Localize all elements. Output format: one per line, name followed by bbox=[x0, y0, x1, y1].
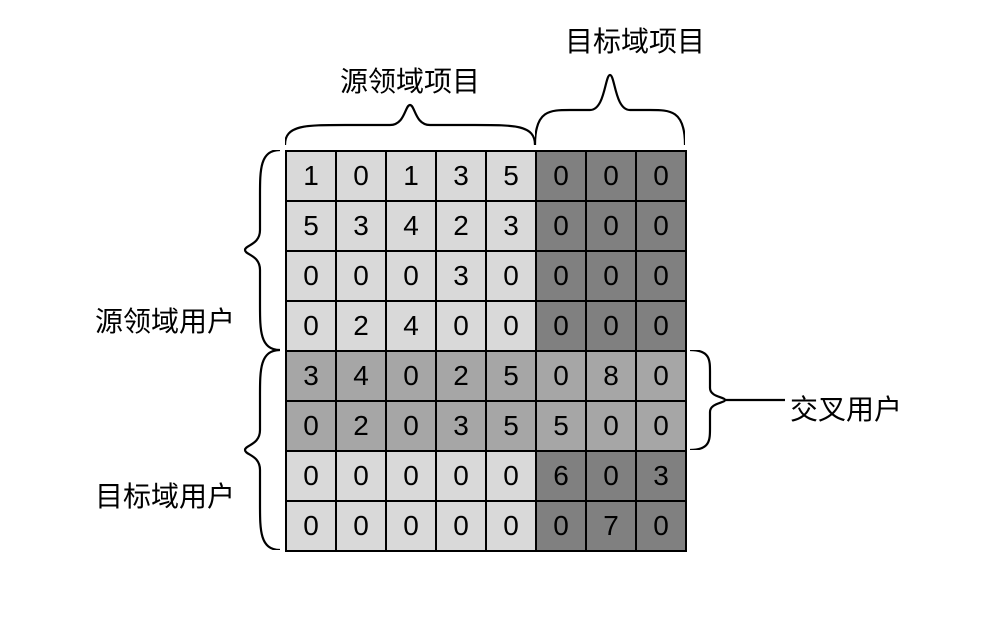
label-source-items: 源领域项目 bbox=[340, 60, 480, 100]
cell: 4 bbox=[336, 351, 386, 401]
cell: 0 bbox=[586, 151, 636, 201]
label-cross-users: 交叉用户 bbox=[790, 388, 902, 428]
cell: 0 bbox=[336, 501, 386, 551]
brace-source-items bbox=[285, 100, 535, 145]
cell: 5 bbox=[486, 351, 536, 401]
cell: 0 bbox=[486, 501, 536, 551]
table-row: 10135000 bbox=[286, 151, 686, 201]
cell: 0 bbox=[586, 401, 636, 451]
cell: 8 bbox=[586, 351, 636, 401]
cell: 2 bbox=[436, 351, 486, 401]
cell: 0 bbox=[386, 451, 436, 501]
cell: 3 bbox=[436, 401, 486, 451]
cell: 0 bbox=[536, 501, 586, 551]
cell: 0 bbox=[336, 151, 386, 201]
cell: 7 bbox=[586, 501, 636, 551]
cell: 3 bbox=[486, 201, 536, 251]
cell: 2 bbox=[436, 201, 486, 251]
table-row: 53423000 bbox=[286, 201, 686, 251]
cell: 0 bbox=[536, 301, 586, 351]
cell: 0 bbox=[286, 501, 336, 551]
cell: 2 bbox=[336, 401, 386, 451]
rating-matrix: 1013500053423000000300000240000034025080… bbox=[285, 150, 687, 552]
cell: 0 bbox=[636, 501, 686, 551]
cell: 0 bbox=[386, 351, 436, 401]
cell: 0 bbox=[636, 351, 686, 401]
cell: 1 bbox=[286, 151, 336, 201]
table-row: 34025080 bbox=[286, 351, 686, 401]
cell: 3 bbox=[436, 251, 486, 301]
cell: 0 bbox=[286, 301, 336, 351]
cell: 0 bbox=[636, 251, 686, 301]
table-row: 00000603 bbox=[286, 451, 686, 501]
cell: 3 bbox=[636, 451, 686, 501]
cell: 0 bbox=[286, 251, 336, 301]
cell: 0 bbox=[486, 451, 536, 501]
cell: 0 bbox=[436, 301, 486, 351]
cell: 0 bbox=[536, 201, 586, 251]
cell: 0 bbox=[636, 401, 686, 451]
cell: 0 bbox=[586, 201, 636, 251]
cell: 0 bbox=[386, 501, 436, 551]
cell: 0 bbox=[386, 251, 436, 301]
label-target-users: 目标域用户 bbox=[95, 475, 235, 515]
cell: 0 bbox=[636, 151, 686, 201]
table-row: 00000070 bbox=[286, 501, 686, 551]
cell: 0 bbox=[486, 301, 536, 351]
cell: 0 bbox=[586, 451, 636, 501]
cell: 4 bbox=[386, 301, 436, 351]
cell: 0 bbox=[436, 451, 486, 501]
cell: 0 bbox=[436, 501, 486, 551]
cell: 0 bbox=[586, 251, 636, 301]
cell: 5 bbox=[536, 401, 586, 451]
cell: 0 bbox=[286, 451, 336, 501]
cell: 3 bbox=[336, 201, 386, 251]
label-source-users: 源领域用户 bbox=[95, 300, 235, 340]
cell: 0 bbox=[536, 251, 586, 301]
cell: 1 bbox=[386, 151, 436, 201]
table-row: 02400000 bbox=[286, 301, 686, 351]
cell: 4 bbox=[386, 201, 436, 251]
cell: 3 bbox=[436, 151, 486, 201]
cell: 0 bbox=[586, 301, 636, 351]
cell: 0 bbox=[636, 201, 686, 251]
cell: 6 bbox=[536, 451, 586, 501]
cell: 0 bbox=[386, 401, 436, 451]
cell: 0 bbox=[286, 401, 336, 451]
cell: 0 bbox=[636, 301, 686, 351]
connector-cross-users bbox=[725, 398, 785, 402]
brace-cross-users bbox=[690, 350, 730, 450]
brace-target-users bbox=[240, 350, 280, 550]
brace-source-users bbox=[240, 150, 280, 350]
cell: 0 bbox=[536, 151, 586, 201]
cell: 0 bbox=[536, 351, 586, 401]
cell: 0 bbox=[336, 451, 386, 501]
cell: 5 bbox=[486, 401, 536, 451]
cell: 0 bbox=[336, 251, 386, 301]
cell: 2 bbox=[336, 301, 386, 351]
cell: 3 bbox=[286, 351, 336, 401]
cell: 5 bbox=[486, 151, 536, 201]
cell: 0 bbox=[486, 251, 536, 301]
table-row: 00030000 bbox=[286, 251, 686, 301]
table-row: 02035500 bbox=[286, 401, 686, 451]
brace-target-items bbox=[535, 60, 685, 145]
label-target-items: 目标域项目 bbox=[565, 20, 705, 60]
cell: 5 bbox=[286, 201, 336, 251]
